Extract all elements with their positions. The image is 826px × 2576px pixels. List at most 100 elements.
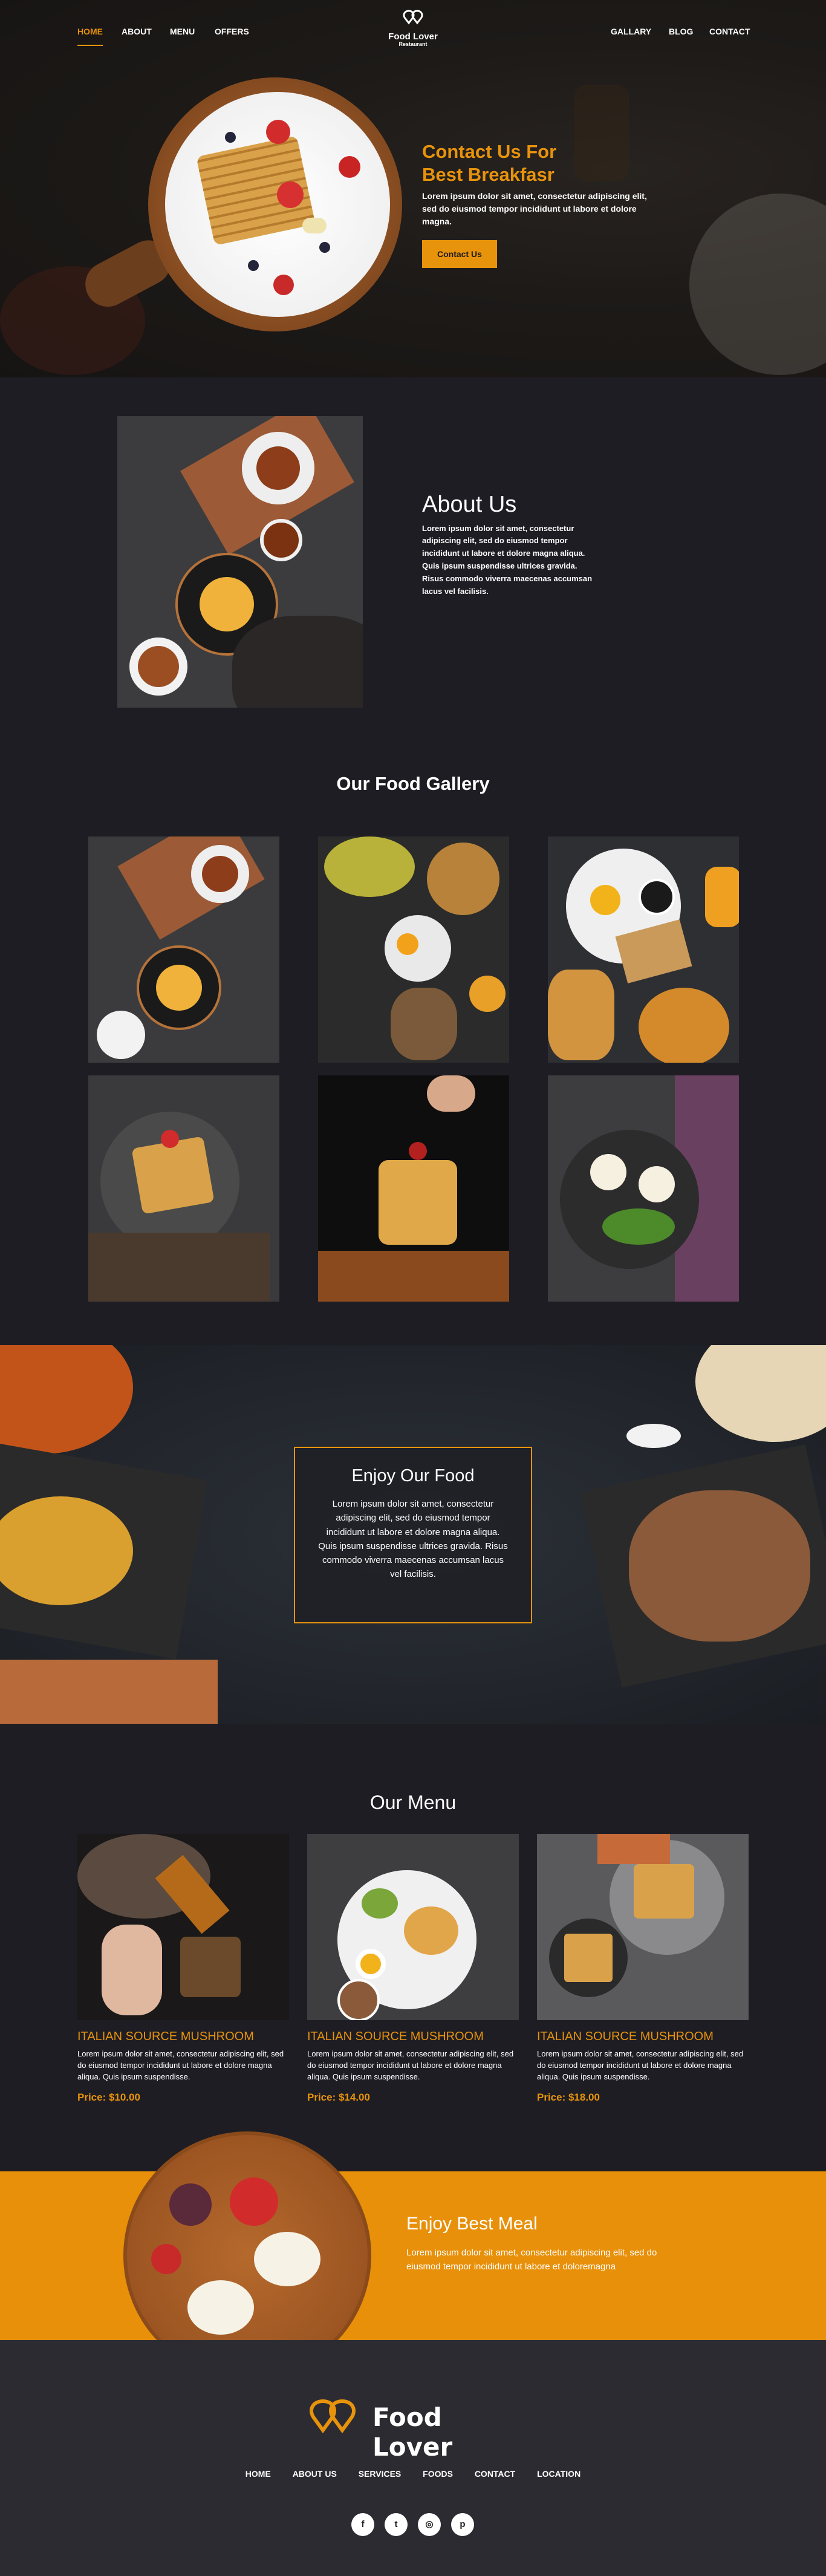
nuts-image xyxy=(138,646,179,687)
heart-logo-icon xyxy=(310,2399,356,2434)
blueberry-image xyxy=(248,260,259,271)
strawberry-image xyxy=(409,1142,427,1160)
footer-nav-contact[interactable]: CONTACT xyxy=(475,2469,515,2479)
footer-nav-foods[interactable]: FOODS xyxy=(423,2469,453,2479)
instagram-icon[interactable]: ◎ xyxy=(418,2513,441,2536)
footer-logo-name: Food Lover xyxy=(372,2402,453,2462)
hero-section: HOME ABOUT MENU OFFERS GALLARY BLOG CONT… xyxy=(0,0,826,377)
coffee-cup-image xyxy=(337,1979,380,2020)
salad-plate-image xyxy=(560,1130,699,1269)
twitter-icon[interactable]: t xyxy=(385,2513,408,2536)
enjoy-food-title: Enjoy Our Food xyxy=(351,1466,475,1485)
salad-image xyxy=(629,1490,810,1642)
footer-nav-location[interactable]: LOCATION xyxy=(537,2469,580,2479)
contact-us-button[interactable]: Contact Us xyxy=(422,240,497,268)
footer-nav-about-us[interactable]: ABOUT US xyxy=(293,2469,337,2479)
greens-image xyxy=(362,1888,398,1919)
menu-card-3[interactable]: ITALIAN SOURCE MUSHROOM Lorem ipsum dolo… xyxy=(537,1834,749,2104)
fried-egg-image xyxy=(590,1154,626,1190)
footer-nav: HOME ABOUT US SERVICES FOODS CONTACT LOC… xyxy=(0,2469,826,2479)
enjoy-food-body: Lorem ipsum dolor sit amet, consectetur … xyxy=(318,1499,508,1580)
pancake-image xyxy=(156,965,202,1011)
gallery-title: Our Food Gallery xyxy=(336,773,490,794)
gallery-image-4[interactable] xyxy=(88,1075,279,1302)
footer-nav-services[interactable]: SERVICES xyxy=(359,2469,402,2479)
enjoy-food-section: Enjoy Our Food Lorem ipsum dolor sit ame… xyxy=(0,1345,826,1724)
best-meal-title: Enjoy Best Meal xyxy=(406,2214,538,2234)
nav-offers[interactable]: OFFERS xyxy=(215,27,249,36)
strawberry-image xyxy=(277,181,304,208)
strawberry-image xyxy=(339,156,360,178)
menu-card-2[interactable]: ITALIAN SOURCE MUSHROOM Lorem ipsum dolo… xyxy=(307,1834,519,2104)
tea-glass-image xyxy=(180,1937,241,1997)
hero-body: Lorem ipsum dolor sit amet, consectetur … xyxy=(422,191,647,226)
plum-image xyxy=(169,2183,212,2226)
fried-egg-image xyxy=(356,1949,386,1979)
bread-slice-image xyxy=(391,988,457,1060)
menu-item-price: Price: $14.00 xyxy=(307,2091,370,2103)
hero-text: Contact Us For Best Breakfasr Lorem ipsu… xyxy=(422,140,652,268)
soup-image xyxy=(202,856,238,892)
cookies-image xyxy=(548,970,614,1060)
menu-item-desc: Lorem ipsum dolor sit amet, consectetur … xyxy=(307,2049,514,2081)
nav-contact[interactable]: CONTACT xyxy=(709,27,750,36)
menu-image-2 xyxy=(307,1834,519,2020)
hero-title: Contact Us For Best Breakfasr xyxy=(422,140,652,186)
table-image xyxy=(318,1251,509,1302)
hero-overlay xyxy=(0,0,826,377)
boiled-egg-image xyxy=(187,2280,254,2335)
boiled-egg-image xyxy=(254,2232,320,2286)
tortillas-image xyxy=(695,1345,826,1442)
gallery-image-5[interactable] xyxy=(318,1075,509,1302)
olives-image xyxy=(324,836,415,897)
menu-item-price: Price: $18.00 xyxy=(537,2091,600,2103)
menu-item-desc: Lorem ipsum dolor sit amet, consectetur … xyxy=(77,2049,284,2081)
menu-item-name: ITALIAN SOURCE MUSHROOM xyxy=(537,2030,714,2043)
waffle-tower-image xyxy=(379,1160,457,1245)
about-image xyxy=(117,416,363,708)
facebook-icon[interactable]: f xyxy=(351,2513,374,2536)
menu-image-3 xyxy=(537,1834,749,2020)
enjoy-food-box: Enjoy Our Food Lorem ipsum dolor sit ame… xyxy=(294,1447,532,1623)
fried-egg-image xyxy=(639,1166,675,1202)
soup-image xyxy=(256,446,300,490)
waffle-image xyxy=(564,1934,613,1982)
coffee-cup-image xyxy=(639,879,675,915)
blueberry-image xyxy=(319,242,330,253)
gallery-image-1[interactable] xyxy=(88,836,279,1063)
logo-subtitle: Restaurant xyxy=(398,41,428,47)
nav-menu[interactable]: MENU xyxy=(170,27,195,36)
nav-home[interactable]: HOME xyxy=(77,27,103,46)
buns-image xyxy=(404,1906,458,1955)
pancake-image xyxy=(200,577,254,631)
about-body: Lorem ipsum dolor sit amet, consectetur … xyxy=(422,523,593,596)
page: HOME ABOUT MENU OFFERS GALLARY BLOG CONT… xyxy=(0,0,826,2576)
strawberry-image xyxy=(230,2177,278,2226)
menu-item-desc: Lorem ipsum dolor sit amet, consectetur … xyxy=(537,2049,744,2081)
nav-gallary[interactable]: GALLARY xyxy=(611,27,651,36)
logo[interactable]: Food Lover Restaurant xyxy=(383,8,443,48)
footer-nav-home[interactable]: HOME xyxy=(246,2469,271,2479)
nuts-bowl-image xyxy=(97,1011,145,1059)
nav-blog[interactable]: BLOG xyxy=(669,27,693,36)
menu-card-1[interactable]: ITALIAN SOURCE MUSHROOM Lorem ipsum dolo… xyxy=(77,1834,289,2104)
orange-juice-image xyxy=(705,867,739,927)
logo-name: Food Lover xyxy=(388,31,438,42)
hero-title-line1: Contact Us For xyxy=(422,141,557,162)
gallery-image-3[interactable] xyxy=(548,836,739,1063)
strawberry-image xyxy=(273,275,294,295)
nav-about[interactable]: ABOUT xyxy=(122,27,152,36)
lettuce-image xyxy=(602,1208,675,1245)
bread-image xyxy=(427,843,499,915)
hand-image xyxy=(102,1925,162,2015)
gallery-image-2[interactable] xyxy=(318,836,509,1063)
menu-item-price: Price: $10.00 xyxy=(77,2091,140,2103)
waffle-image xyxy=(634,1864,694,1919)
hand-image xyxy=(427,1075,475,1112)
napkin-image xyxy=(597,1834,670,1864)
sauce-bowl-image xyxy=(260,519,302,561)
spoon-image xyxy=(626,1424,681,1448)
gallery-image-6[interactable] xyxy=(548,1075,739,1302)
footer-logo[interactable]: Food Lover xyxy=(305,2396,522,2462)
pinterest-icon[interactable]: p xyxy=(451,2513,474,2536)
